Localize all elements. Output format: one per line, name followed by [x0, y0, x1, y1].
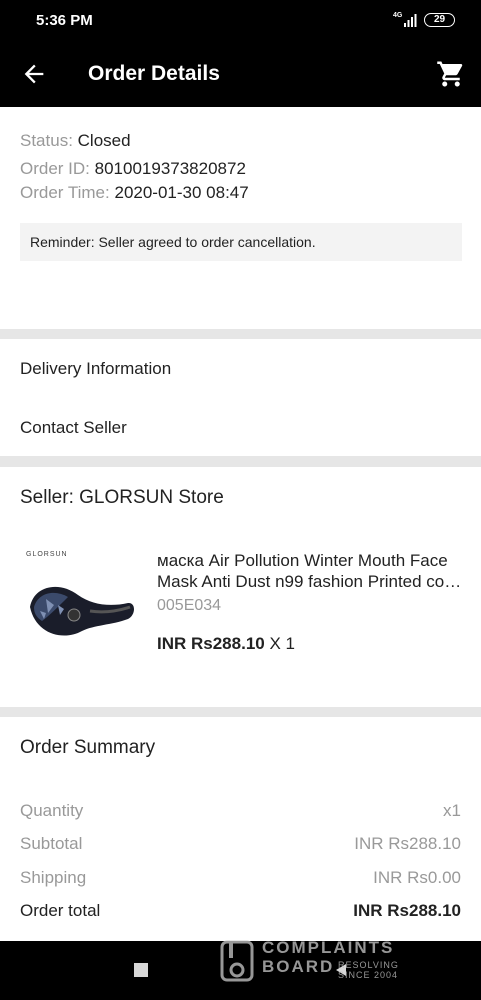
order-summary-title: Order Summary [20, 737, 156, 758]
delivery-information-link[interactable]: Delivery Information [20, 359, 171, 379]
network-type-label: 4G [393, 12, 403, 19]
summary-label: Order total [20, 901, 101, 920]
seller-name[interactable]: Seller: GLORSUN Store [20, 487, 224, 509]
complaints-board-watermark: COMPLAINTS BOARD RESOLVING SINCE 2004 [220, 938, 435, 984]
summary-label: Quantity [20, 801, 84, 820]
order-id: Order ID: 8010019373820872 [20, 159, 246, 179]
product-thumbnail[interactable]: GLORSUN [20, 545, 140, 665]
summary-value: INR Rs288.10 [353, 901, 461, 920]
shopping-cart-icon[interactable] [436, 59, 466, 89]
cancellation-reminder: Reminder: Seller agreed to order cancell… [20, 223, 462, 261]
product-sku: 005E034 [157, 597, 222, 614]
summary-value: INR Rs288.10 [354, 834, 461, 853]
summary-label: Subtotal [20, 834, 83, 853]
status-label: Status: [20, 131, 73, 150]
order-summary-card: Order Summary Quantity x1 Subtotal INR R… [0, 717, 481, 941]
order-time-value: 2020-01-30 08:47 [114, 183, 249, 202]
recents-button[interactable] [134, 963, 148, 977]
status-value: Closed [77, 131, 131, 150]
order-status: Status: Closed [20, 131, 131, 151]
order-id-value: 8010019373820872 [94, 159, 246, 178]
face-mask-image [30, 586, 134, 636]
battery-icon: 29 [424, 13, 455, 27]
watermark-logo-icon [220, 940, 254, 982]
summary-value: INR Rs0.00 [373, 868, 461, 887]
order-links-card: Delivery Information Contact Seller [0, 339, 481, 456]
product-price-line: INR Rs288.10 X 1 [157, 634, 295, 654]
app-bar: Order Details [0, 42, 481, 107]
product-quantity: X 1 [269, 634, 295, 653]
signal-icon [404, 14, 417, 27]
order-id-label: Order ID: [20, 159, 90, 178]
product-price: INR Rs288.10 [157, 634, 265, 653]
arrow-left-icon[interactable] [20, 60, 48, 88]
product-title-line1: маска Air Pollution Winter Mouth Face [157, 551, 448, 570]
order-time-label: Order Time: [20, 183, 110, 202]
status-bar: 5:36 PM 4G 29 [0, 0, 481, 42]
watermark-line2: BOARD [262, 957, 335, 976]
page-title: Order Details [88, 62, 220, 85]
order-time: Order Time: 2020-01-30 08:47 [20, 183, 249, 203]
summary-value: x1 [443, 801, 461, 820]
order-info-card: Status: Closed Order ID: 801001937382087… [0, 107, 481, 329]
summary-label: Shipping [20, 868, 87, 887]
seller-card: Seller: GLORSUN Store GLORSUN маска Air … [0, 467, 481, 707]
status-time: 5:36 PM [36, 12, 93, 29]
watermark-line4: SINCE 2004 [338, 970, 399, 980]
product-title-line2: Mask Anti Dust n99 fashion Printed cotto… [157, 572, 462, 591]
product-title[interactable]: маска Air Pollution Winter Mouth Face Ma… [157, 550, 462, 592]
contact-seller-link[interactable]: Contact Seller [20, 418, 127, 438]
watermark-line1: COMPLAINTS [262, 938, 395, 957]
